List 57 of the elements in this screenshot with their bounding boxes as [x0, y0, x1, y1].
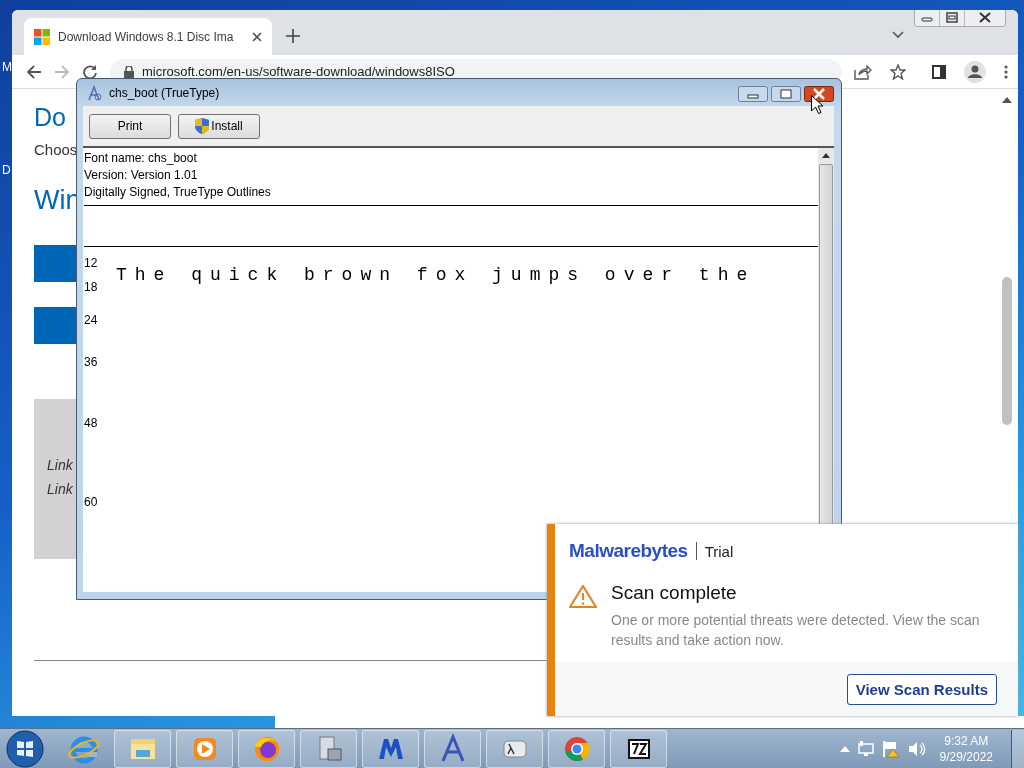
maximize-icon[interactable] [771, 86, 801, 102]
view-results-button[interactable]: View Scan Results [846, 673, 997, 705]
font-info-text: Version: Version 1.01 [84, 167, 199, 184]
side-panel-icon[interactable] [932, 64, 946, 79]
font-sample-text: The quick brown fox jumps over the [116, 265, 756, 285]
chevron-down-icon[interactable] [892, 31, 904, 39]
windows-logo-icon [34, 28, 50, 45]
back-arrow-icon[interactable] [26, 63, 42, 80]
point-size-label: 60 [84, 494, 99, 511]
print-button[interactable]: Print [89, 113, 171, 139]
panel-link[interactable]: Link [47, 457, 76, 481]
flag-warning-icon[interactable] [881, 739, 900, 758]
desktop-icon-label: M [2, 60, 12, 74]
point-size-label: 24 [84, 312, 99, 329]
scroll-up-arrow-icon[interactable] [822, 153, 830, 158]
point-size-label: 12 [84, 255, 99, 272]
brand-logo: Malwarebytes [569, 540, 688, 562]
font-info-text: Font name: chs_boot [84, 150, 198, 167]
scrollbar-thumb[interactable] [1002, 277, 1012, 425]
install-button[interactable]: Install [178, 113, 260, 139]
more-menu-icon[interactable] [1004, 64, 1008, 79]
close-icon[interactable] [252, 31, 262, 42]
window-title: chs_boot (TrueType) [109, 85, 220, 100]
show-hidden-icons-icon[interactable] [839, 745, 850, 752]
font-info-text: Digitally Signed, TrueType Outlines [84, 184, 272, 201]
edition-label: Trial [704, 542, 734, 560]
notification-title: Scan complete [611, 582, 738, 604]
point-size-label: 48 [84, 415, 99, 432]
network-icon[interactable] [857, 740, 874, 757]
close-icon[interactable] [804, 86, 834, 102]
point-size-label: 18 [84, 279, 99, 296]
maximize-icon[interactable] [939, 10, 964, 26]
browser-tab[interactable]: Download Windows 8.1 Disc Ima [24, 18, 272, 55]
profile-icon[interactable] [964, 60, 986, 83]
cursor-icon [811, 95, 823, 114]
new-tab-icon[interactable] [286, 29, 300, 43]
point-size-label: 36 [84, 354, 99, 371]
share-icon[interactable] [854, 63, 872, 80]
font-file-icon [87, 84, 103, 101]
panel-link[interactable]: Link [47, 481, 76, 505]
warning-icon [569, 584, 597, 608]
start-button-icon[interactable] [6, 729, 44, 768]
show-desktop-button[interactable] [1011, 729, 1024, 768]
page-heading: Do [34, 103, 67, 133]
close-icon[interactable] [964, 10, 1005, 26]
lock-icon [124, 65, 134, 78]
notification-message: One or more potential threats were detected. View the scan results and take action now. [611, 611, 981, 650]
star-icon[interactable] [890, 63, 906, 80]
speaker-icon[interactable] [907, 740, 926, 757]
taskbar-button[interactable] [610, 729, 667, 768]
minimize-icon[interactable] [915, 10, 939, 26]
scroll-up-arrow-icon[interactable] [1002, 97, 1012, 103]
reload-icon[interactable] [82, 63, 98, 80]
minimize-icon[interactable] [738, 86, 768, 102]
address-text: microsoft.com/en-us/software-download/windows8ISO [142, 64, 455, 79]
shield-icon [195, 118, 210, 134]
desktop-icon-label: D [2, 163, 11, 177]
